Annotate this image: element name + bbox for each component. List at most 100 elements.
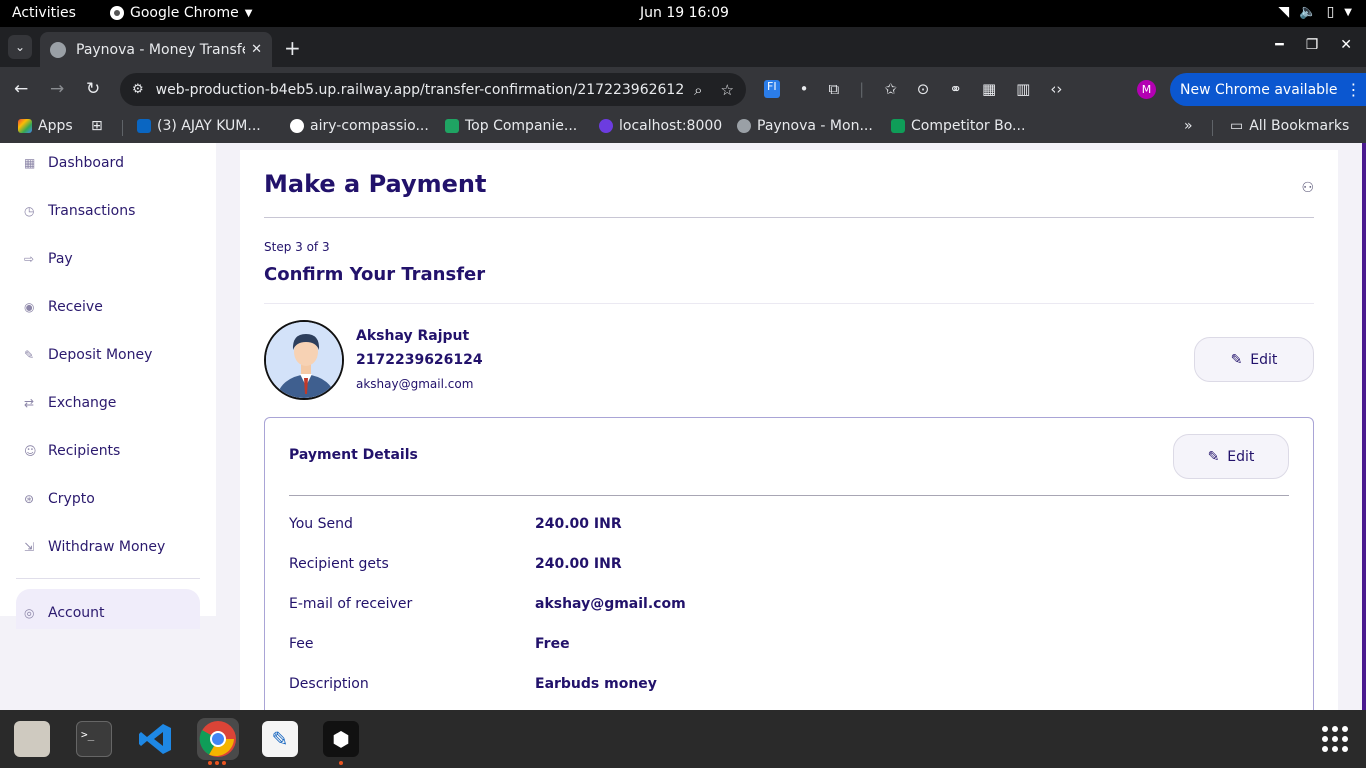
edit-recipient-button[interactable]: ✎ Edit: [1194, 337, 1314, 382]
globe-icon: [737, 119, 751, 133]
recipient-account-number: 2172239626124: [356, 352, 483, 368]
text-editor-app-icon[interactable]: ✎: [262, 721, 298, 757]
app-name: Google Chrome: [130, 5, 239, 21]
detail-value: akshay@gmail.com: [535, 596, 686, 612]
profile-avatar[interactable]: M: [1137, 80, 1156, 99]
bookmark-localhost[interactable]: localhost:8000: [599, 118, 722, 134]
detail-label: E-mail of receiver: [289, 596, 413, 612]
extension-dot-icon[interactable]: •: [800, 80, 809, 98]
cube-app-icon[interactable]: ⬢: [323, 721, 359, 757]
payment-details-box: Payment Details ✎ Edit You Send 240.00 I…: [264, 417, 1314, 710]
url-text[interactable]: web-production-b4eb5.up.railway.app/tran…: [156, 82, 684, 98]
address-bar[interactable]: ⚙ web-production-b4eb5.up.railway.app/tr…: [120, 73, 746, 106]
bookmark-top-companies[interactable]: Top Companie...: [445, 118, 577, 134]
send-icon: ⇨: [24, 252, 35, 266]
sidebar-item-account[interactable]: ◎ Account: [24, 605, 105, 621]
reading-list-icon[interactable]: ✩: [884, 80, 897, 98]
edit-payment-button[interactable]: ✎ Edit: [1173, 434, 1289, 479]
bookmark-label: Apps: [38, 118, 73, 134]
bookmark-linkedin[interactable]: (3) AJAY KUM...: [137, 118, 261, 134]
tab-groups-icon[interactable]: ⊞: [91, 118, 103, 134]
close-window-icon[interactable]: ✕: [1340, 37, 1352, 53]
files-app-icon[interactable]: [14, 721, 50, 757]
site-icon: [445, 119, 459, 133]
back-icon[interactable]: ←: [14, 79, 28, 99]
sidebar-item-deposit[interactable]: ✎ Deposit Money: [24, 347, 152, 363]
tab-paynova[interactable]: Paynova - Money Transfe ✕: [40, 32, 272, 67]
sidebar-divider: [16, 578, 200, 579]
sidebar-item-exchange[interactable]: ⇄ Exchange: [24, 395, 116, 411]
sidebar-item-withdraw[interactable]: ⇲ Withdraw Money: [24, 539, 165, 555]
sidebar-item-recipients[interactable]: ☺ Recipients: [24, 443, 120, 459]
sidebar-item-crypto[interactable]: ⊛ Crypto: [24, 491, 95, 507]
system-top-bar: Activities Google Chrome ▼ Jun 19 16:09 …: [0, 0, 1366, 27]
bookmark-separator: [122, 120, 123, 136]
recipient-email: akshay@gmail.com: [356, 377, 474, 391]
tab-search-button[interactable]: ⌄: [8, 35, 32, 59]
sidebar-item-pay[interactable]: ⇨ Pay: [24, 251, 73, 267]
zoom-search-icon[interactable]: ⌕: [694, 81, 702, 99]
running-indicator: [339, 761, 343, 765]
web-page: ▦ Dashboard ◷ Transactions ⇨ Pay ◉ Recei…: [0, 143, 1366, 710]
detail-value: Free: [535, 636, 570, 652]
wifi-icon: ◥: [1278, 4, 1290, 20]
extensions-puzzle-icon[interactable]: ⧉: [828, 80, 839, 98]
clock[interactable]: Jun 19 16:09: [640, 5, 729, 21]
crypto-icon: ⊛: [24, 492, 35, 506]
extension-fi-icon[interactable]: FI: [764, 80, 780, 98]
bookmark-label: Paynova - Mon...: [757, 118, 873, 134]
tab-title: Paynova - Money Transfe: [76, 41, 246, 58]
user-icon: ☺: [24, 444, 37, 458]
browser-toolbar: ← → ↻ ⚙ web-production-b4eb5.up.railway.…: [0, 67, 1366, 113]
page-title: Make a Payment: [264, 170, 487, 198]
step-indicator: Step 3 of 3: [264, 240, 330, 254]
receive-icon: ◉: [24, 300, 35, 314]
bookmark-competitor[interactable]: Competitor Bo...: [891, 118, 1025, 134]
system-tray[interactable]: ◥ 🔈 ▯ ▼: [1278, 4, 1352, 20]
activities-button[interactable]: Activities: [12, 5, 76, 21]
sidebar-item-label: Pay: [48, 251, 73, 267]
extensions-area: FI • ⧉ | ✩ ⊙ ⚭ ▦ ▥ ‹›: [764, 80, 1062, 98]
chrome-update-button[interactable]: New Chrome available ⋮: [1170, 73, 1366, 106]
minimize-icon[interactable]: ━: [1275, 37, 1283, 53]
detail-label: You Send: [289, 516, 353, 532]
maximize-icon[interactable]: ❐: [1306, 37, 1319, 53]
chevron-down-icon: ▼: [1344, 6, 1352, 18]
battery-icon: ▯: [1326, 4, 1335, 20]
all-bookmarks-folder[interactable]: ▭ All Bookmarks: [1230, 118, 1349, 134]
bookmark-airy[interactable]: airy-compassio...: [290, 118, 429, 134]
close-tab-icon[interactable]: ✕: [251, 42, 262, 57]
support-agent-icon[interactable]: ⚇: [1301, 180, 1314, 196]
bookmark-paynova[interactable]: Paynova - Mon...: [737, 118, 873, 134]
forward-icon[interactable]: →: [50, 79, 64, 99]
bookmark-apps[interactable]: Apps: [18, 118, 73, 134]
chrome-app-icon[interactable]: [197, 718, 239, 760]
sidebar-item-dashboard[interactable]: ▦ Dashboard: [24, 155, 124, 171]
detail-label: Fee: [289, 636, 314, 652]
more-menu-icon: ⋮: [1345, 80, 1362, 99]
sheets-icon: [891, 119, 905, 133]
section-divider: [264, 303, 1314, 304]
show-apps-icon[interactable]: [1322, 726, 1348, 752]
devtools-icon[interactable]: ‹›: [1050, 80, 1062, 98]
sidebar-item-label: Receive: [48, 299, 103, 315]
reload-icon[interactable]: ↻: [86, 79, 100, 99]
half-moon-icon: [599, 119, 613, 133]
edit-icon: ✎: [1230, 351, 1243, 368]
more-bookmarks-icon[interactable]: »: [1184, 118, 1193, 134]
screenshot-icon[interactable]: ⊙: [917, 80, 930, 98]
sidebar-item-receive[interactable]: ◉ Receive: [24, 299, 103, 315]
terminal-app-icon[interactable]: >_: [76, 721, 112, 757]
new-tab-button[interactable]: +: [284, 36, 301, 60]
payment-details-title: Payment Details: [289, 447, 418, 463]
side-panel-icon[interactable]: ▥: [1016, 80, 1030, 98]
qr-code-icon[interactable]: ▦: [982, 80, 996, 98]
sidebar-item-transactions[interactable]: ◷ Transactions: [24, 203, 135, 219]
bookmark-star-icon[interactable]: ☆: [721, 81, 734, 99]
vscode-app-icon[interactable]: [137, 721, 173, 757]
separator: |: [859, 80, 865, 98]
app-menu[interactable]: Google Chrome ▼: [110, 5, 252, 21]
bookmark-separator: [1212, 120, 1213, 136]
site-info-icon[interactable]: ⚙: [132, 82, 144, 97]
link-icon[interactable]: ⚭: [949, 80, 962, 98]
